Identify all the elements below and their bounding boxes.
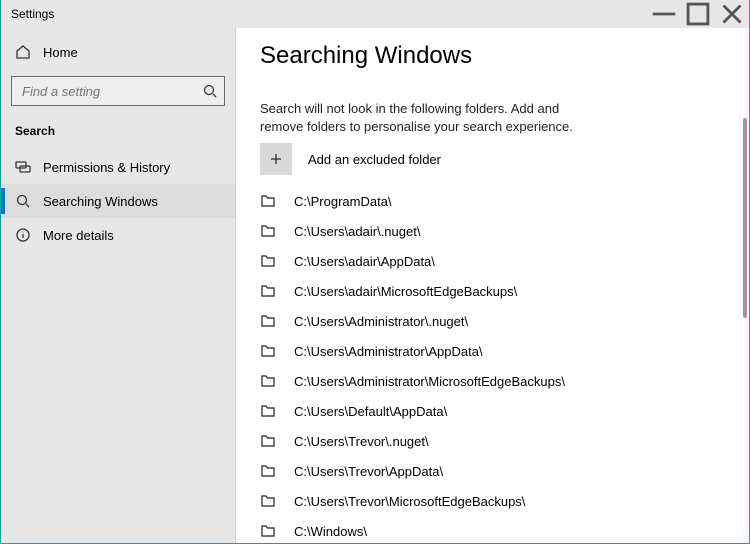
content: Searching Windows Excluded Folders Searc… [236,28,749,543]
sidebar-item-label: Searching Windows [43,194,158,209]
excluded-folder-item[interactable]: C:\Windows\ [260,523,725,539]
excluded-folder-item[interactable]: C:\Users\Trevor\.nuget\ [260,433,725,449]
folder-icon [260,433,276,449]
excluded-folder-item[interactable]: C:\Users\Administrator\.nuget\ [260,313,725,329]
content-inner: Searching Windows Excluded Folders Searc… [236,28,749,543]
excluded-folder-item[interactable]: C:\Users\Administrator\MicrosoftEdgeBack… [260,373,725,389]
section-label: Search [1,116,235,150]
folder-icon [260,403,276,419]
sidebar: Home Search Permissions & History [1,28,236,543]
folder-path: C:\Users\Administrator\MicrosoftEdgeBack… [294,374,565,389]
folder-icon [260,463,276,479]
minimize-button[interactable] [647,0,681,28]
folder-icon [260,493,276,509]
search-input[interactable] [20,83,202,100]
home-icon [15,44,31,60]
plus-icon [260,143,292,175]
folder-path: C:\Users\Administrator\.nuget\ [294,314,468,329]
excluded-folder-item[interactable]: C:\Users\Trevor\MicrosoftEdgeBackups\ [260,493,725,509]
folder-icon [260,523,276,539]
app-title: Settings [1,7,54,21]
excluded-folder-item[interactable]: C:\ProgramData\ [260,193,725,209]
excluded-folder-item[interactable]: C:\Users\adair\.nuget\ [260,223,725,239]
folder-path: C:\Users\Trevor\MicrosoftEdgeBackups\ [294,494,525,509]
folder-icon [260,373,276,389]
folder-icon [260,283,276,299]
scrollbar[interactable] [741,82,747,537]
permissions-icon [15,159,31,175]
sidebar-item-label: Permissions & History [43,160,170,175]
folder-path: C:\Windows\ [294,524,367,539]
page-title: Searching Windows [260,42,725,70]
folder-path: C:\Users\adair\AppData\ [294,254,435,269]
home-label: Home [43,45,78,60]
settings-window: Settings Home [0,0,750,544]
add-excluded-folder[interactable]: Add an excluded folder [260,143,725,175]
description: Search will not look in the following fo… [260,100,600,135]
sidebar-item-more-details[interactable]: More details [1,218,235,252]
maximize-button[interactable] [681,0,715,28]
body: Home Search Permissions & History [1,28,749,543]
sidebar-item-searching-windows[interactable]: Searching Windows [1,184,235,218]
search-icon [202,83,218,99]
search-box[interactable] [11,76,225,106]
folder-path: C:\ProgramData\ [294,194,392,209]
folder-path: C:\Users\adair\.nuget\ [294,224,420,239]
folder-path: C:\Users\Default\AppData\ [294,404,447,419]
folder-path: C:\Users\adair\MicrosoftEdgeBackups\ [294,284,517,299]
sidebar-item-permissions[interactable]: Permissions & History [1,150,235,184]
search-wrap [1,76,235,116]
folder-path: C:\Users\Administrator\AppData\ [294,344,483,359]
excluded-folder-item[interactable]: C:\Users\Default\AppData\ [260,403,725,419]
sidebar-item-label: More details [43,228,114,243]
window-controls [647,0,749,28]
info-icon [15,227,31,243]
folder-icon [260,253,276,269]
folder-icon [260,193,276,209]
scrollbar-thumb[interactable] [743,118,747,318]
folder-path: C:\Users\Trevor\AppData\ [294,464,443,479]
home-button[interactable]: Home [1,36,235,68]
add-label: Add an excluded folder [308,152,441,167]
search-nav-icon [15,193,31,209]
folder-icon [260,223,276,239]
folder-path: C:\Users\Trevor\.nuget\ [294,434,429,449]
titlebar: Settings [1,0,749,28]
excluded-folder-item[interactable]: C:\Users\Trevor\AppData\ [260,463,725,479]
folder-icon [260,343,276,359]
close-button[interactable] [715,0,749,28]
excluded-folder-item[interactable]: C:\Users\adair\MicrosoftEdgeBackups\ [260,283,725,299]
excluded-folder-item[interactable]: C:\Users\adair\AppData\ [260,253,725,269]
excluded-folder-list: C:\ProgramData\ C:\Users\adair\.nuget\ C:\… [260,193,725,539]
excluded-folder-item[interactable]: C:\Users\Administrator\AppData\ [260,343,725,359]
subheader-cut: Excluded Folders [260,74,725,86]
folder-icon [260,313,276,329]
